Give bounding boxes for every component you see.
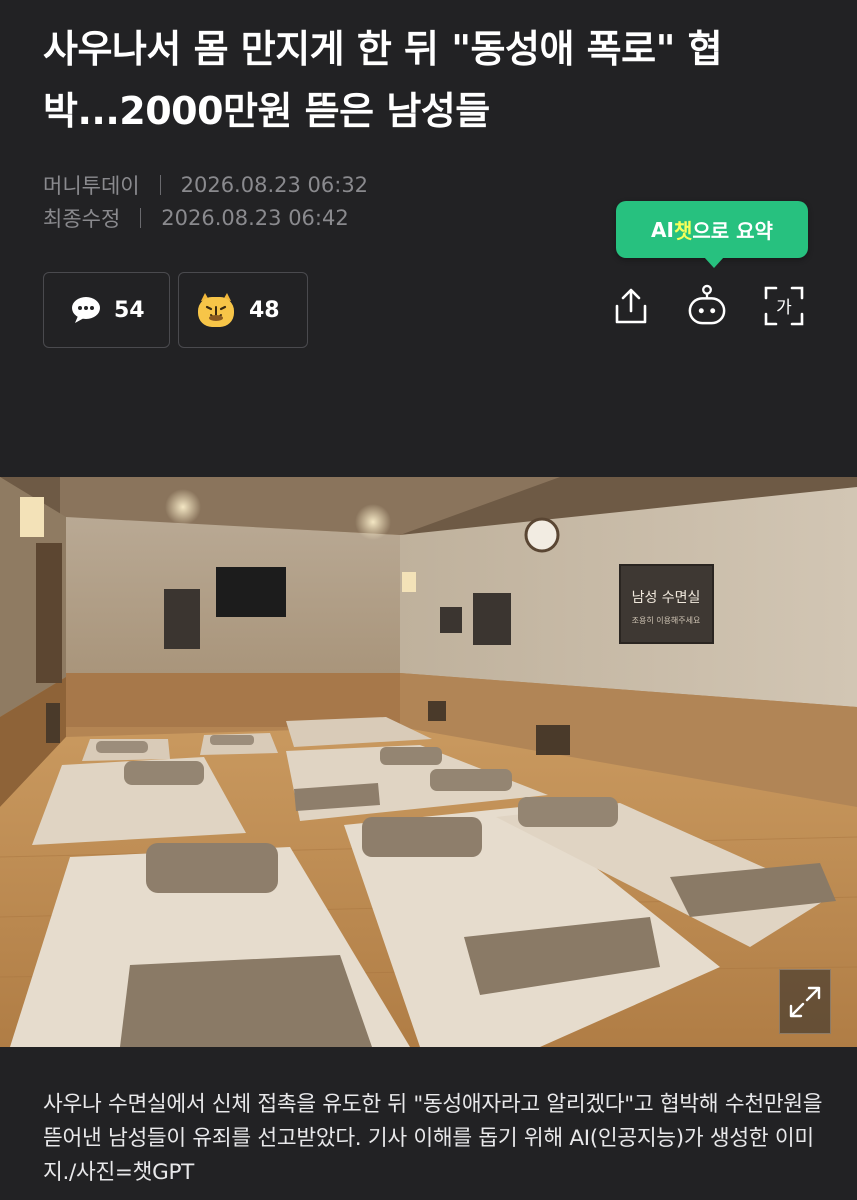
reaction-emoji-icon: [195, 291, 237, 329]
ai-tip-highlight: 챗: [673, 219, 693, 243]
expand-icon: [789, 986, 821, 1017]
share-button[interactable]: [611, 286, 651, 326]
meta-published: 머니투데이 2026.08.23 06:32: [43, 170, 368, 200]
article-headline: 사우나서 몸 만지게 한 뒤 "동성애 폭로" 협박...2000만원 뜯은 남…: [43, 27, 723, 133]
photo-caption: 사우나 수면실에서 신체 접촉을 유도한 뒤 "동성애자라고 알리겠다"고 협박…: [43, 1092, 823, 1185]
ai-bot-button[interactable]: [687, 282, 727, 328]
source-name[interactable]: 머니투데이: [43, 170, 140, 200]
modified-label: 최종수정: [43, 207, 121, 231]
reaction-count: 48: [249, 297, 280, 323]
modified-date: 2026.08.23 06:42: [161, 206, 349, 230]
photo-sign-title: 남성 수면실: [632, 590, 701, 606]
divider: [159, 175, 161, 195]
ai-summary-tooltip[interactable]: AI 챗 으로 요약: [616, 201, 808, 268]
divider: [140, 208, 142, 228]
comment-bubble-icon: [70, 295, 102, 325]
font-size-glyph: 가: [776, 298, 792, 318]
font-size-button[interactable]: 가: [764, 286, 804, 326]
photo-sign-subtitle: 조용히 이용해주세요: [632, 615, 701, 625]
ai-tip-suffix: 으로 요약: [692, 219, 773, 243]
ai-bot-icon: [688, 284, 726, 325]
published-date: 2026.08.23 06:32: [180, 173, 369, 197]
reactions-button[interactable]: 48: [178, 272, 308, 348]
comment-count: 54: [114, 297, 145, 323]
comments-button[interactable]: 54: [43, 272, 170, 348]
share-icon: [615, 288, 647, 324]
article-photo[interactable]: 남성 수면실 조용히 이용해주세요: [0, 477, 857, 1047]
expand-image-button[interactable]: [779, 969, 831, 1034]
ai-tip-prefix: AI: [651, 217, 674, 242]
font-size-icon: 가: [764, 286, 804, 326]
meta-modified: 최종수정 2026.08.23 06:42: [43, 203, 349, 233]
